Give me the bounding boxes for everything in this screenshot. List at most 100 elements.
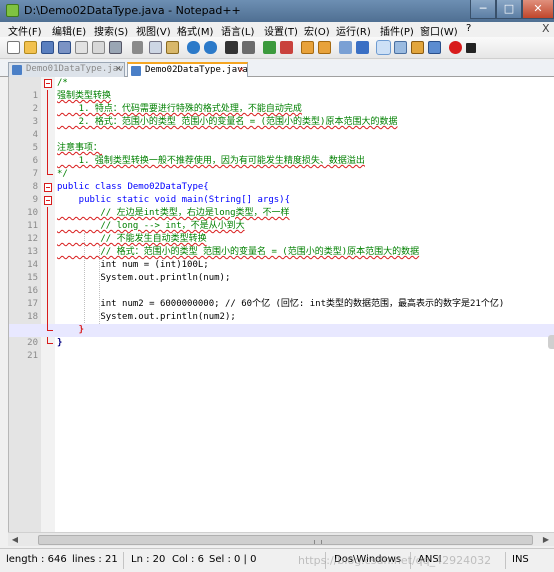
print-icon[interactable] xyxy=(109,41,122,54)
code-line: 18 int num2 = 6000000000; // 60个亿 (回忆: i… xyxy=(9,298,554,322)
fold-line xyxy=(47,298,48,311)
code-text: 1. 强制类型转换一般不推荐使用，因为有可能发生精度损失、数据溢出 xyxy=(57,156,365,166)
code-editor[interactable]: 1 /* 2 强制类型转换 3 1. 特点：代码需要进行特殊的格式处理，不能自动… xyxy=(8,77,554,532)
notepadpp-app-icon xyxy=(6,4,19,17)
function-list-icon[interactable] xyxy=(411,41,424,54)
code-line: 7 1. 强制类型转换一般不推荐使用，因为有可能发生精度损失、数据溢出 xyxy=(9,155,554,179)
doc-map-icon[interactable] xyxy=(394,41,407,54)
menu-search[interactable]: 搜索(S) xyxy=(94,23,128,38)
code-line: 4 2. 格式：范围小的类型 范围小的变量名 = (范围小的类型)原本范围大的数… xyxy=(9,116,554,140)
stop-macro-icon[interactable] xyxy=(466,43,476,53)
scroll-right-arrow-icon[interactable]: ▶ xyxy=(539,534,553,546)
code-text: 2. 格式：范围小的类型 范围小的变量名 = (范围小的类型)原本范围大的数据 xyxy=(57,117,398,127)
fold-collapse-icon[interactable] xyxy=(44,183,52,192)
code-line: 21 } xyxy=(9,337,554,361)
menu-format[interactable]: 格式(M) xyxy=(177,23,213,38)
tab-bar: Demo01DataType.java ✕ Demo02DataType.jav… xyxy=(0,60,554,77)
fold-end-marker xyxy=(47,337,53,344)
menu-view[interactable]: 视图(V) xyxy=(136,23,171,38)
horizontal-scrollbar[interactable]: ◀ ▶ xyxy=(8,532,554,546)
close-file-icon[interactable] xyxy=(75,41,88,54)
status-insert-mode[interactable]: INS xyxy=(512,554,529,565)
menu-settings[interactable]: 设置(T) xyxy=(264,23,298,38)
code-text: System.out.println(num); xyxy=(57,273,231,283)
code-line: 10 public static void main(String[] args… xyxy=(9,194,554,218)
fold-line xyxy=(47,233,48,246)
scrollbar-thumb[interactable] xyxy=(38,535,533,545)
code-line: 3 1. 特点：代码需要进行特殊的格式处理，不能自动完成 xyxy=(9,103,554,127)
sync-horizontal-icon[interactable] xyxy=(318,41,331,54)
word-wrap-icon[interactable] xyxy=(339,41,352,54)
line-number: 21 xyxy=(27,351,38,361)
status-divider xyxy=(505,552,506,569)
menu-run[interactable]: 运行(R) xyxy=(336,23,371,38)
code-text: // 左边是int类型，右边是long类型，不一样 xyxy=(57,208,290,218)
code-text: // 格式：范围小的类型 范围小的变量名 = (范围小的类型)原本范围大的数据 xyxy=(57,247,420,257)
menu-language[interactable]: 语言(L) xyxy=(221,23,254,38)
tab-close-icon[interactable]: ✕ xyxy=(239,64,244,77)
tab-demo01[interactable]: Demo01DataType.java ✕ xyxy=(8,62,125,77)
fold-line xyxy=(47,129,48,142)
zoom-in-icon[interactable] xyxy=(263,41,276,54)
tab-demo02[interactable]: Demo02DataType.java ✕ xyxy=(127,62,248,77)
fold-line xyxy=(47,220,48,233)
close-document-icon[interactable]: X xyxy=(542,22,550,35)
redo-icon[interactable] xyxy=(204,41,217,54)
maximize-button[interactable]: □ xyxy=(496,0,522,19)
fold-line xyxy=(47,272,48,285)
code-text: int num2 = 6000000000; // 60个亿 (回忆: int类… xyxy=(57,299,505,309)
save-all-icon[interactable] xyxy=(58,41,71,54)
menu-help[interactable]: ? xyxy=(466,23,471,34)
fold-line xyxy=(47,285,48,298)
code-line: 16 System.out.println(num); xyxy=(9,272,554,296)
show-all-chars-icon[interactable] xyxy=(356,41,369,54)
tab-close-icon[interactable]: ✕ xyxy=(116,63,121,76)
menu-file[interactable]: 文件(F) xyxy=(8,23,42,38)
code-line: 2 强制类型转换 xyxy=(9,90,554,114)
zoom-out-icon[interactable] xyxy=(280,41,293,54)
minimize-button[interactable]: ─ xyxy=(470,0,496,19)
undo-icon[interactable] xyxy=(187,41,200,54)
code-line: 11 // 左边是int类型，右边是long类型，不一样 xyxy=(9,207,554,231)
java-file-icon xyxy=(12,65,22,75)
menu-macro[interactable]: 宏(O) xyxy=(304,23,330,38)
indent-guide-icon[interactable] xyxy=(376,40,391,55)
close-window-button[interactable]: ✕ xyxy=(522,0,554,19)
new-file-icon[interactable] xyxy=(7,41,20,54)
fold-collapse-icon[interactable] xyxy=(44,79,52,88)
code-line: 12 // long --> int，不是从小到大 xyxy=(9,220,554,244)
sync-vertical-icon[interactable] xyxy=(301,41,314,54)
replace-icon[interactable] xyxy=(242,41,255,54)
watermark-text: https://blog.csdn.net/qq_42924032 xyxy=(298,554,492,567)
paste-icon[interactable] xyxy=(166,41,179,54)
cut-icon[interactable] xyxy=(132,41,143,54)
menu-edit[interactable]: 编辑(E) xyxy=(52,23,86,38)
code-text: int num = (int)100L; xyxy=(57,260,209,270)
open-file-icon[interactable] xyxy=(24,41,37,54)
code-line: 1 /* xyxy=(9,77,554,101)
record-macro-icon[interactable] xyxy=(449,41,462,54)
status-line-number: Ln : 20 xyxy=(131,554,166,565)
code-line: 6 注意事项： xyxy=(9,142,554,166)
code-text: public class Demo02DataType{ xyxy=(57,182,209,192)
code-text: 1. 特点：代码需要进行特殊的格式处理，不能自动完成 xyxy=(57,104,302,114)
vertical-scroll-marker[interactable] xyxy=(548,335,554,349)
fold-end-marker xyxy=(47,324,53,331)
tab-label: Demo01DataType.java xyxy=(26,64,125,74)
menu-plugins[interactable]: 插件(P) xyxy=(380,23,414,38)
code-line: 19 System.out.println(num2); xyxy=(9,311,554,335)
menu-window[interactable]: 窗口(W) xyxy=(420,23,458,38)
copy-icon[interactable] xyxy=(149,41,162,54)
folder-workspace-icon[interactable] xyxy=(428,41,441,54)
code-line: 9 public class Demo02DataType{ xyxy=(9,181,554,205)
save-icon[interactable] xyxy=(41,41,54,54)
code-text: } xyxy=(57,325,85,335)
fold-end-marker xyxy=(47,168,53,175)
scrollbar-grip-icon xyxy=(314,540,322,544)
scroll-left-arrow-icon[interactable]: ◀ xyxy=(8,534,22,546)
fold-collapse-icon[interactable] xyxy=(44,196,52,205)
code-line: 17 xyxy=(9,285,554,309)
code-text: */ xyxy=(57,169,68,179)
close-all-icon[interactable] xyxy=(92,41,105,54)
find-icon[interactable] xyxy=(225,41,238,54)
